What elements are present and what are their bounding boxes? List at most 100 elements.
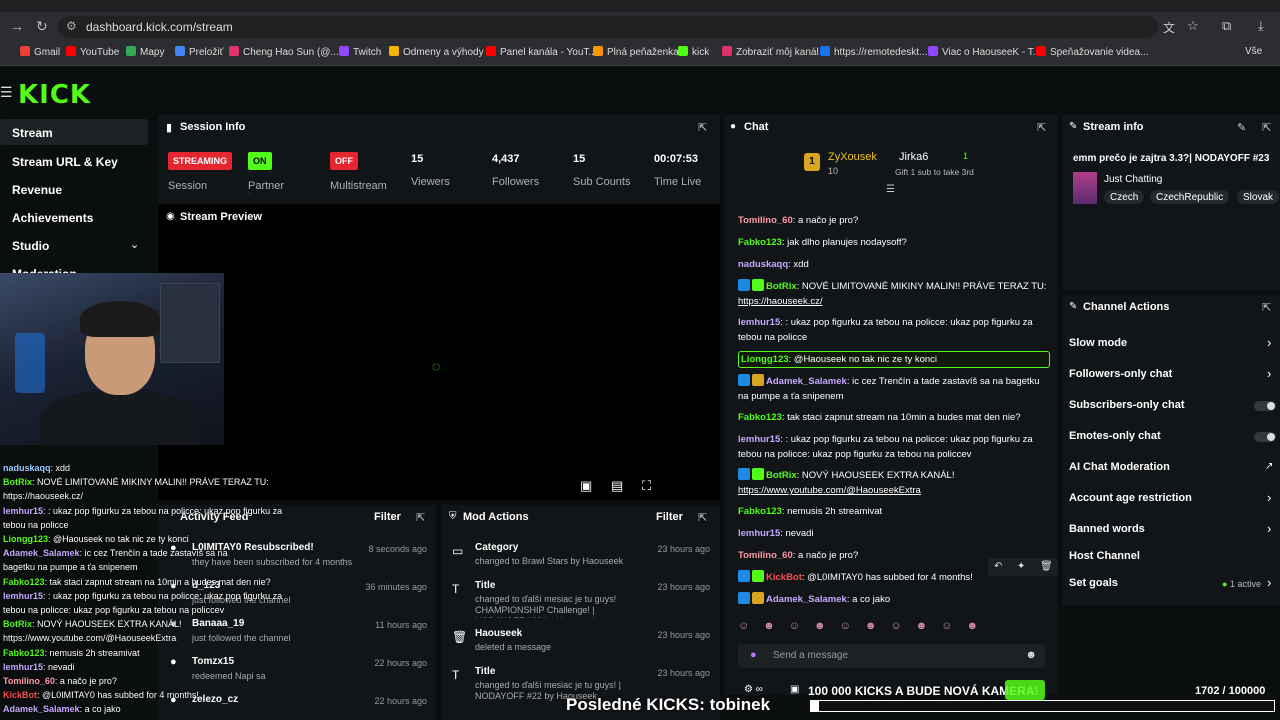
chat-username[interactable]: Tomilino_60	[738, 550, 793, 561]
bookmark-item[interactable]: Zobraziť môj kanál	[722, 46, 819, 58]
bookmark-item[interactable]: Twitch	[339, 46, 381, 58]
reply-icon[interactable]: ↶	[994, 561, 1002, 572]
chat-username[interactable]: naduskaqq	[738, 259, 788, 270]
external-link-icon[interactable]: ↗	[1265, 461, 1273, 472]
chevron-right-icon[interactable]: ›	[1267, 366, 1271, 381]
chat-input[interactable]: ● Send a message ☻	[738, 644, 1045, 668]
pinned-handle-icon[interactable]: ☰	[886, 184, 895, 195]
expand-icon[interactable]: ⇱	[416, 511, 425, 524]
expand-icon[interactable]: ⇱	[698, 121, 707, 134]
goal-progress-bar	[810, 700, 1275, 712]
chat-settings-icon[interactable]: ⚙ ∞	[744, 684, 763, 695]
bookmark-item[interactable]: kick	[678, 46, 709, 58]
chat-username[interactable]: Fabko123	[738, 506, 782, 517]
chat-link[interactable]: https://www.youtube.com/@HaouseekExtra	[738, 485, 921, 496]
reload-icon[interactable]: ↻	[36, 18, 48, 35]
theater-icon[interactable]: ▤	[611, 478, 623, 494]
bookmark-item[interactable]: Odmeny a výhody	[389, 46, 484, 58]
delete-icon[interactable]: 🗑	[1040, 561, 1053, 572]
ai-moderation-row[interactable]: AI Chat Moderation	[1069, 461, 1170, 473]
second-gifter-name[interactable]: Jirka6	[899, 151, 928, 163]
sidebar-item-stream[interactable]: Stream	[12, 126, 53, 140]
sidebar-item-stream-url-key[interactable]: Stream URL & Key	[12, 155, 118, 169]
expand-icon[interactable]: ⇱	[1037, 121, 1046, 134]
account-age-row[interactable]: Account age restriction	[1069, 492, 1192, 504]
chat-username[interactable]: lemhur15	[738, 317, 780, 328]
chat-username[interactable]: lemhur15	[738, 434, 780, 445]
chevron-right-icon[interactable]: ›	[1267, 335, 1271, 350]
sidebar-item-revenue[interactable]: Revenue	[12, 183, 62, 197]
bookmark-item[interactable]: Panel kanála - YouT...	[486, 46, 597, 58]
emotes-only-toggle[interactable]	[1254, 432, 1276, 442]
chevron-down-icon[interactable]: ⌄	[130, 238, 139, 251]
tag-czech[interactable]: Czech	[1104, 190, 1145, 204]
extensions-icon[interactable]: ⧉	[1222, 18, 1231, 34]
activity-filter-button[interactable]: Filter	[374, 511, 401, 523]
sidebar-item-studio[interactable]: Studio	[12, 239, 49, 253]
chat-username[interactable]: KickBot	[766, 572, 802, 583]
chat-username[interactable]: lemhur15	[738, 528, 780, 539]
tag-slovak[interactable]: Slovak	[1237, 190, 1280, 204]
chat-username[interactable]: Liongg123	[741, 354, 789, 365]
address-bar[interactable]: ⚙ dashboard.kick.com/stream	[58, 16, 1158, 38]
mod-action-title: Title	[475, 580, 496, 591]
chat-username[interactable]: BotRix	[766, 470, 797, 481]
bookmark-item[interactable]: Viac o HaouseeK - T...	[928, 46, 1041, 58]
category-thumbnail	[1073, 172, 1097, 204]
subscribers-only-row[interactable]: Subscribers-only chat	[1069, 399, 1185, 411]
bookmark-more[interactable]: Vše	[1245, 46, 1262, 57]
followers-only-row[interactable]: Followers-only chat	[1069, 368, 1172, 380]
bookmark-item[interactable]: Preložiť	[175, 46, 223, 58]
chat-link[interactable]: https://haouseek.cz/	[738, 296, 823, 307]
bookmark-item[interactable]: https://remotedeskt...	[820, 46, 927, 58]
emotes-only-row[interactable]: Emotes-only chat	[1069, 430, 1161, 442]
chat-username[interactable]: Adamek_Salamek	[766, 376, 847, 387]
fullscreen-icon[interactable]: ⛶	[642, 478, 651, 494]
bookmark-item[interactable]: YouTube	[66, 46, 119, 58]
bookmark-item[interactable]: Cheng Hao Sun (@...	[229, 46, 339, 58]
rank-badge-icon: 1	[804, 153, 820, 171]
bookmark-item[interactable]: Gmail	[20, 46, 60, 58]
mic-icon[interactable]: ●	[750, 649, 757, 661]
chevron-right-icon[interactable]: ›	[1267, 521, 1271, 536]
kick-logo[interactable]: KICK	[18, 80, 91, 110]
download-icon[interactable]: ⤓	[1258, 18, 1264, 34]
subscribers-only-toggle[interactable]	[1254, 401, 1276, 411]
emote-bar[interactable]: ☺☻☺☻☺☻☺☻☺☻	[738, 620, 1050, 634]
site-info-icon[interactable]: ⚙	[66, 19, 77, 33]
bookmark-item[interactable]: Plná peňaženka	[593, 46, 679, 58]
tag-czechrepublic[interactable]: CzechRepublic	[1150, 190, 1230, 204]
translate-icon[interactable]: 文	[1163, 19, 1175, 36]
expand-icon[interactable]: ⇱	[698, 511, 707, 524]
category-name[interactable]: Just Chatting	[1104, 174, 1162, 185]
pip-icon[interactable]: ▣	[580, 478, 592, 494]
chat-username[interactable]: Fabko123	[738, 237, 782, 248]
edit-icon[interactable]: ✎	[1237, 121, 1246, 134]
set-goals-row[interactable]: Set goals	[1069, 577, 1118, 589]
gift-icon: ▣	[790, 684, 800, 695]
top-gifter-name[interactable]: ZyXousek	[828, 151, 877, 163]
chat-username[interactable]: Adamek_Salamek	[766, 594, 847, 605]
chat-send-button[interactable]	[1005, 680, 1045, 700]
forward-icon[interactable]: →	[10, 18, 24, 34]
chat-username[interactable]: Tomilino_60	[738, 215, 793, 226]
bookmark-item[interactable]: Mapy	[126, 46, 164, 58]
menu-icon[interactable]: ☰	[0, 84, 13, 101]
mod-action-time: 23 hours ago	[657, 544, 710, 554]
bookmark-label: Speňažovanie videa...	[1050, 47, 1149, 58]
chat-username[interactable]: Fabko123	[738, 412, 782, 423]
sidebar-item-achievements[interactable]: Achievements	[12, 211, 93, 225]
chevron-right-icon[interactable]: ›	[1267, 490, 1271, 505]
banned-words-row[interactable]: Banned words	[1069, 523, 1145, 535]
chevron-right-icon[interactable]: ›	[1267, 575, 1271, 590]
host-channel-row[interactable]: Host Channel	[1069, 550, 1140, 562]
pin-icon[interactable]: ✦	[1017, 561, 1025, 572]
star-icon[interactable]: ☆	[1187, 18, 1199, 34]
expand-icon[interactable]: ⇱	[1262, 121, 1271, 134]
mod-filter-button[interactable]: Filter	[656, 511, 683, 523]
expand-icon[interactable]: ⇱	[1262, 301, 1271, 314]
chat-username[interactable]: BotRix	[766, 281, 797, 292]
emoji-icon[interactable]: ☻	[1025, 649, 1037, 661]
bookmark-item[interactable]: Speňažovanie videa...	[1036, 46, 1148, 58]
slow-mode-row[interactable]: Slow mode	[1069, 337, 1127, 349]
